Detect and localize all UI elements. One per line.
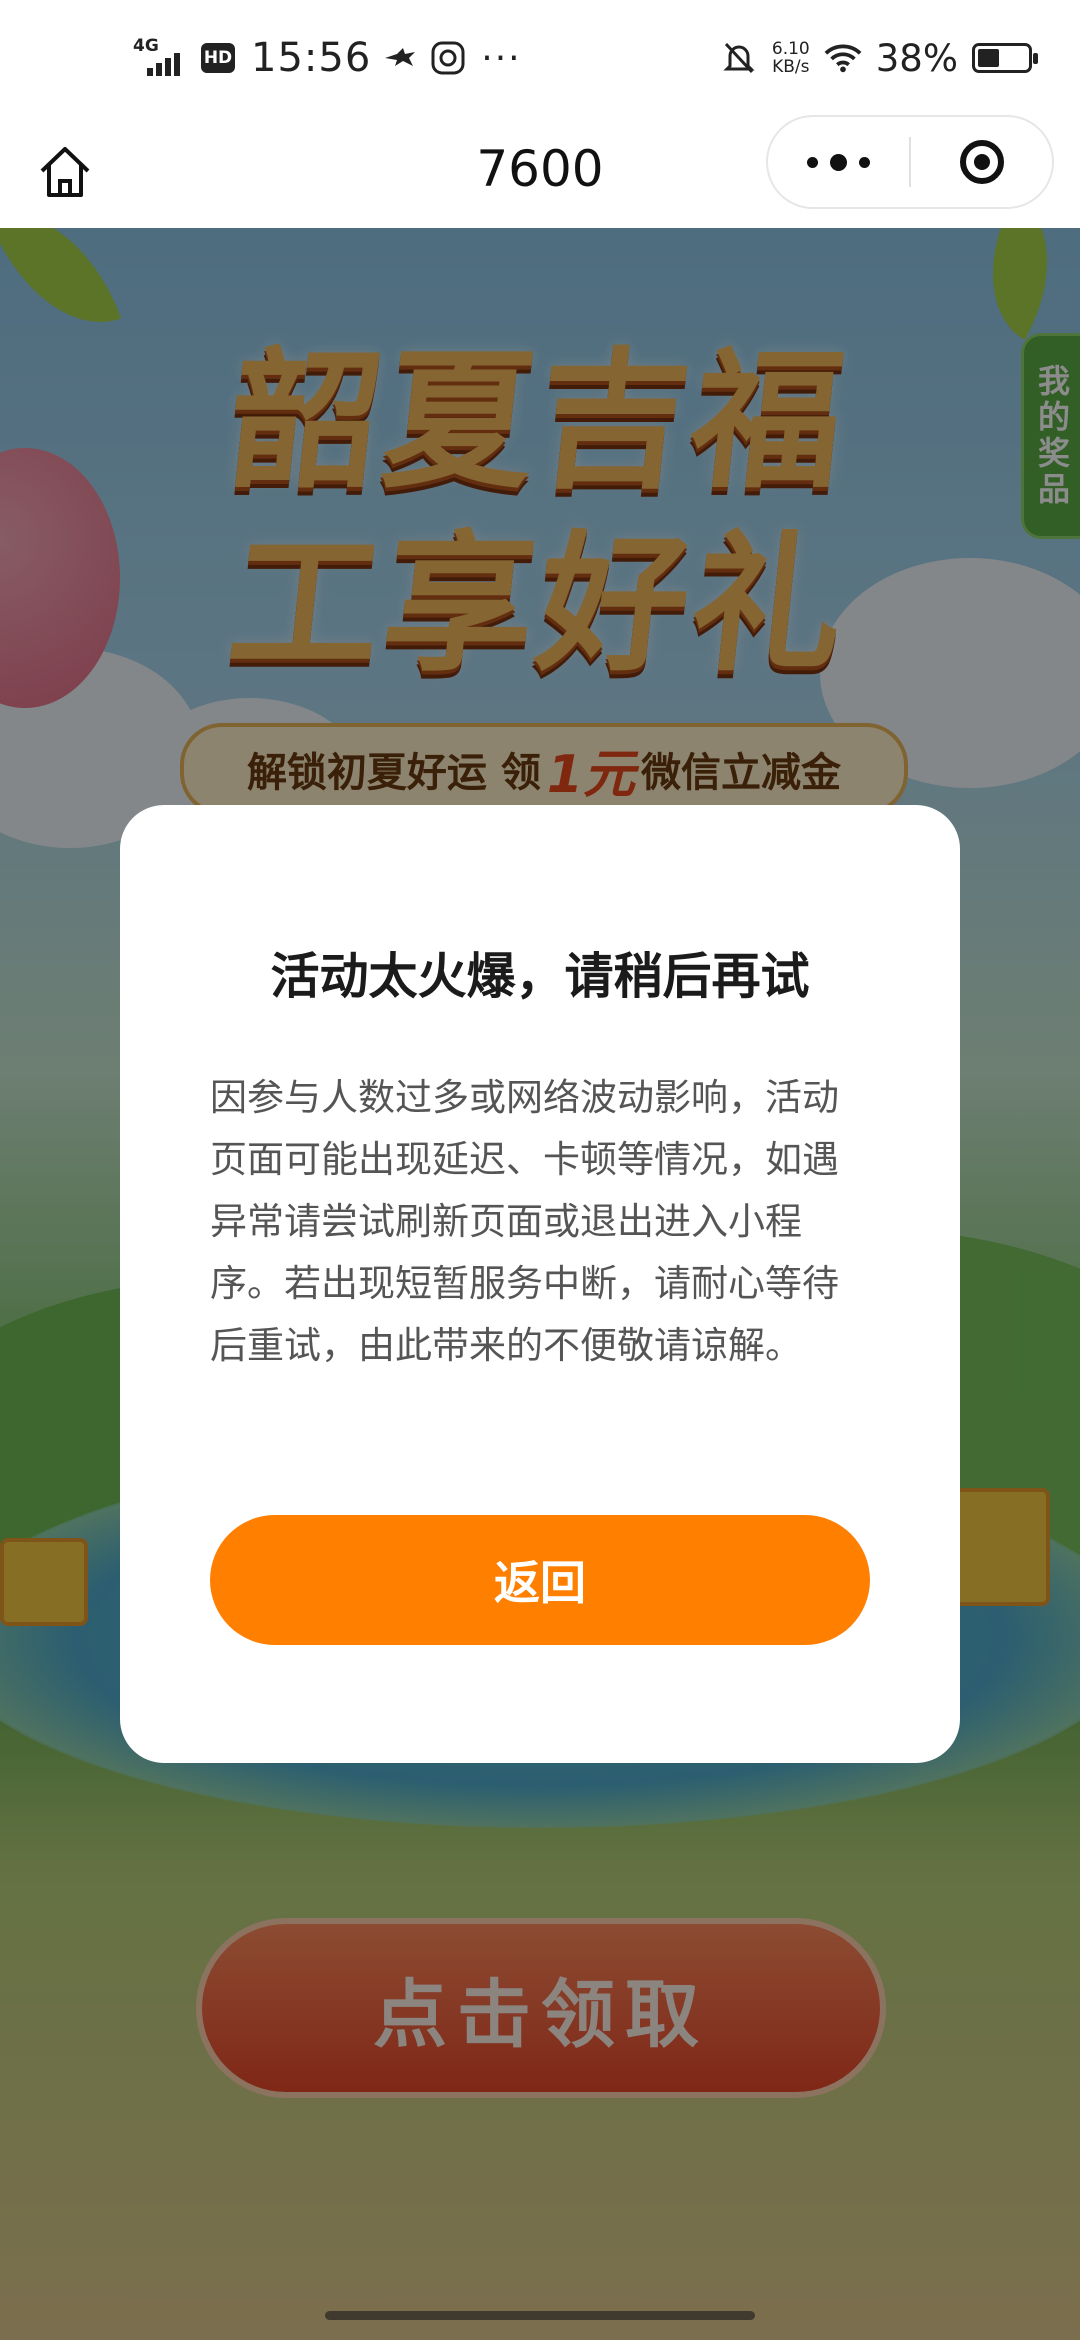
hd-icon: HD <box>201 43 235 73</box>
wifi-icon <box>824 39 862 77</box>
cellular-signal-icon: 4G <box>133 36 191 80</box>
close-mini-program-button[interactable] <box>911 117 1052 207</box>
clock: 15:56 <box>251 35 372 81</box>
status-bar: 4G HD 15:56 ··· 6.10 KB/s 38% <box>0 0 1080 115</box>
error-dialog: 活动太火爆，请稍后再试 因参与人数过多或网络波动影响，活动页面可能出现延迟、卡顿… <box>120 805 960 1763</box>
more-options-button[interactable] <box>768 117 909 207</box>
network-speed: 6.10 KB/s <box>772 40 810 76</box>
more-dots-icon <box>807 153 870 171</box>
battery-percent: 38% <box>875 36 958 80</box>
mini-program-capsule <box>766 115 1054 209</box>
dialog-title: 活动太火爆，请稍后再试 <box>270 948 810 1005</box>
close-target-icon <box>959 140 1004 184</box>
network-speed-unit: KB/s <box>772 57 810 77</box>
dialog-message: 因参与人数过多或网络波动影响，活动页面可能出现延迟、卡顿等情况，如遇异常请尝试刷… <box>210 1076 839 1367</box>
battery-icon <box>972 43 1038 73</box>
network-speed-value: 6.10 <box>771 39 810 59</box>
more-notifications-icon: ··· <box>481 37 522 79</box>
mute-bell-icon <box>720 39 758 77</box>
app-notification-icon <box>429 39 467 77</box>
bird-notification-icon <box>381 39 419 77</box>
status-left: 4G HD 15:56 ··· <box>133 28 522 88</box>
mini-program-title-bar: 7600 <box>0 115 1080 228</box>
status-right: 6.10 KB/s 38% <box>720 28 1038 88</box>
back-button[interactable]: 返回 <box>210 1515 870 1645</box>
